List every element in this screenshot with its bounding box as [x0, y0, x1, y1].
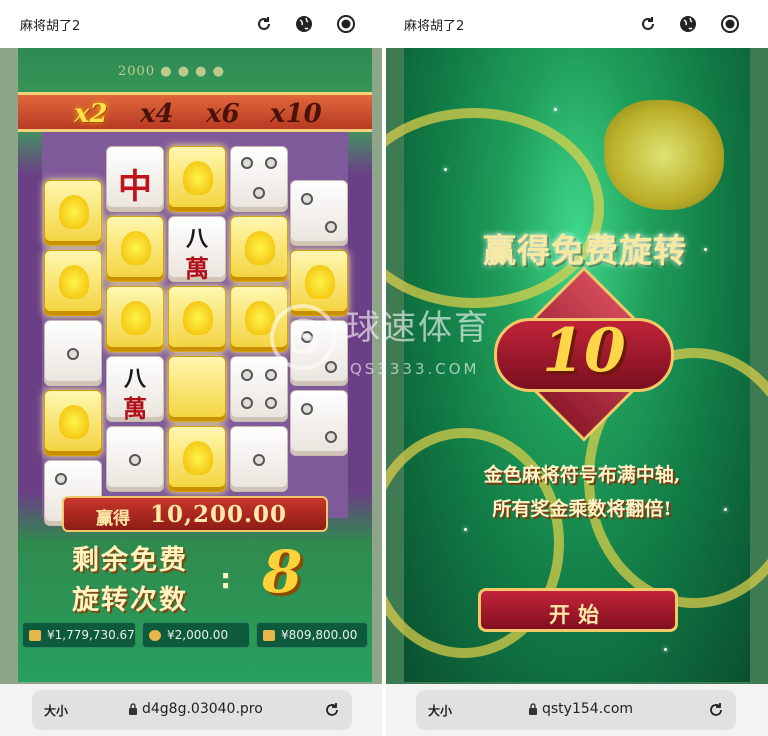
- multiplier-x6: x6: [206, 99, 240, 129]
- multiplier-x4: x4: [140, 99, 174, 129]
- tile-ba-wan: 八萬: [106, 356, 164, 423]
- spin-count-emblem: 10: [494, 266, 674, 442]
- trophy-icon: [263, 630, 275, 641]
- free-spins-label-line2: 旋转次数: [72, 585, 188, 616]
- win-amount: 10,200.00: [150, 501, 288, 528]
- flower-icon: [183, 161, 213, 195]
- left-browser-topbar: 麻将胡了2: [0, 0, 384, 48]
- right-browser-bottombar: 大小 qsty154.com: [384, 684, 768, 736]
- coin-icon: [149, 630, 161, 641]
- right-url-text[interactable]: qsty154.com: [542, 701, 633, 717]
- watermark-logo-letter: S: [288, 310, 320, 364]
- watermark-text-en: QS3333.COM: [350, 360, 480, 378]
- record-icon[interactable]: [334, 12, 358, 36]
- left-browser-bottombar: 大小 d4g8g.03040.pro: [0, 684, 384, 736]
- text-size-button[interactable]: 大小: [428, 702, 452, 719]
- tile-dots: [290, 390, 348, 456]
- tile-dots: [230, 146, 288, 212]
- tile-zhong: 中: [106, 146, 164, 212]
- win-label: 赢得: [96, 509, 130, 529]
- balance-value: ¥1,779,730.67: [47, 628, 135, 642]
- bet-value: ¥2,000.00: [167, 628, 229, 642]
- banner-decoration-text: 2000 ● ● ● ●: [118, 64, 225, 79]
- screenshot-root: 麻将胡了2 2000 ● ● ● ● x2 x4 x6 x10 中 八 萬 八 …: [0, 0, 768, 736]
- flower-icon: [59, 265, 89, 299]
- tile-gold-plain: [168, 356, 226, 422]
- win-stat-value: ¥809,800.00: [281, 628, 358, 642]
- left-tab-title: 麻将胡了2: [20, 19, 81, 34]
- tile-gold-flower: [230, 216, 288, 282]
- dragon-head-decoration: [604, 100, 724, 210]
- tile-gold-flower: [168, 146, 226, 212]
- flower-icon: [59, 195, 89, 229]
- globe-icon[interactable]: [292, 12, 316, 36]
- flower-icon: [183, 301, 213, 335]
- tile-gold-flower: [44, 390, 102, 456]
- url-reload-icon[interactable]: [322, 700, 342, 720]
- start-button[interactable]: 开始: [478, 588, 678, 632]
- wallet-icon: [29, 630, 41, 641]
- text-size-button[interactable]: 大小: [44, 702, 68, 719]
- description-line2: 所有奖金乘数将翻倍!: [492, 498, 672, 520]
- flower-icon: [305, 265, 335, 299]
- free-spins-colon: :: [220, 562, 232, 595]
- reload-icon[interactable]: [636, 12, 660, 36]
- tile-gold-flower: [168, 426, 226, 492]
- flower-icon: [121, 231, 151, 265]
- multiplier-banner: x2 x4 x6 x10: [18, 92, 372, 132]
- multiplier-x2: x2: [74, 99, 108, 129]
- win-amount-bar: 赢得 10,200.00: [62, 496, 328, 532]
- left-url-text[interactable]: d4g8g.03040.pro: [142, 701, 263, 717]
- tile-gold-flower: [106, 216, 164, 282]
- watermark: S 球速体育 QS3333.COM: [270, 300, 510, 390]
- free-spins-remaining: 8: [262, 538, 303, 606]
- lock-icon: [129, 703, 137, 715]
- tile-dots: [230, 426, 288, 492]
- tile-gold-flower: [44, 250, 102, 316]
- tile-gold-flower: [106, 286, 164, 352]
- description-line1: 金色麻将符号布满中轴,: [483, 464, 681, 486]
- record-icon[interactable]: [718, 12, 742, 36]
- free-spins-label-line1: 剩余免费: [72, 545, 188, 576]
- multiplier-x10: x10: [270, 99, 322, 129]
- watermark-text-cn: 球速体育: [346, 308, 490, 348]
- lock-icon: [529, 703, 537, 715]
- left-url-bar[interactable]: 大小 d4g8g.03040.pro: [32, 690, 352, 730]
- tile-dots: [290, 180, 348, 246]
- right-browser-topbar: 麻将胡了2: [384, 0, 768, 48]
- tile-dots: [44, 320, 102, 386]
- tile-gold-flower: [168, 286, 226, 352]
- right-tab-title: 麻将胡了2: [404, 19, 465, 34]
- free-spins-awarded: 10: [542, 316, 626, 386]
- start-button-label: 开始: [549, 602, 607, 627]
- tile-ba-wan: 八萬: [168, 216, 226, 283]
- flower-icon: [59, 405, 89, 439]
- bet-stat[interactable]: ¥2,000.00: [142, 622, 250, 648]
- flower-icon: [121, 301, 151, 335]
- tile-gold-flower: [44, 180, 102, 246]
- free-spins-title: 赢得免费旋转: [483, 231, 687, 270]
- win-stat: ¥809,800.00: [256, 622, 368, 648]
- flower-icon: [245, 231, 275, 265]
- balance-stat: ¥1,779,730.67: [22, 622, 136, 648]
- url-reload-icon[interactable]: [706, 700, 726, 720]
- right-url-bar[interactable]: 大小 qsty154.com: [416, 690, 736, 730]
- flower-icon: [183, 441, 213, 475]
- reload-icon[interactable]: [252, 12, 276, 36]
- tile-dots: [106, 426, 164, 492]
- globe-icon[interactable]: [676, 12, 700, 36]
